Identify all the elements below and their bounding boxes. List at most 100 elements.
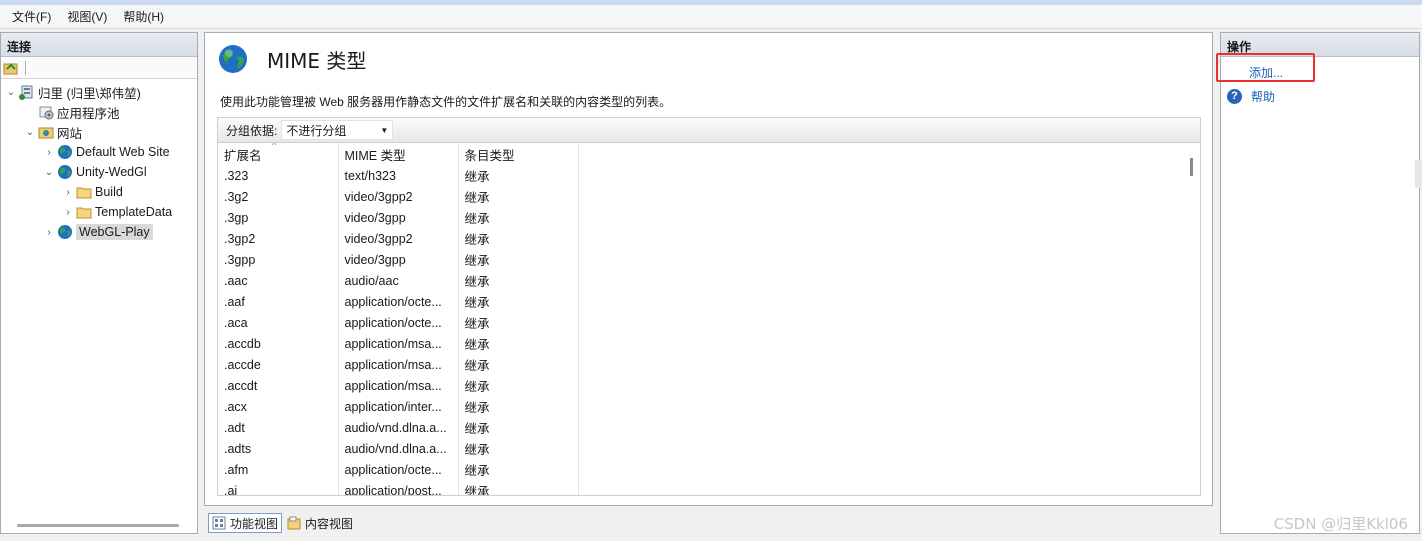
extension-cell: .adt: [218, 417, 339, 438]
entry-type-cell: 继承: [458, 291, 579, 312]
connect-icon[interactable]: [3, 60, 19, 76]
tree-node[interactable]: › Default Web Site: [1, 142, 197, 162]
mime-type-cell: text/h323: [338, 165, 459, 186]
tree-node[interactable]: › Build: [1, 182, 197, 202]
page-title: MIME 类型: [267, 48, 367, 73]
table-row[interactable]: .aca application/octe... 继承: [218, 312, 1184, 333]
row-filler: [578, 417, 1184, 438]
table-row[interactable]: .3gpp video/3gpp 继承: [218, 249, 1184, 270]
group-by-dropdown[interactable]: 不进行分组 ▼: [281, 120, 394, 140]
table-row[interactable]: .3gp video/3gpp 继承: [218, 207, 1184, 228]
vertical-scrollbar[interactable]: [1183, 143, 1200, 495]
tab-content-view[interactable]: 内容视图: [284, 513, 356, 533]
extension-cell: .adts: [218, 438, 339, 459]
red-highlight-box: [1216, 53, 1315, 82]
table-row[interactable]: .accde application/msa... 继承: [218, 354, 1184, 375]
table-row[interactable]: .ai application/post... 继承: [218, 480, 1184, 495]
row-filler: [578, 186, 1184, 207]
table-row[interactable]: .3gp2 video/3gpp2 继承: [218, 228, 1184, 249]
horizontal-scrollbar[interactable]: [17, 524, 179, 527]
collapse-arrow-icon[interactable]: ⌄: [43, 166, 55, 178]
menu-help[interactable]: 帮助(H): [115, 6, 172, 27]
tree-node[interactable]: › WebGL-Play: [1, 222, 197, 242]
tree-node[interactable]: ⌄ 网站: [1, 122, 197, 142]
collapse-arrow-icon[interactable]: ⌄: [5, 86, 17, 98]
extension-cell: .323: [218, 165, 339, 186]
table-row[interactable]: .accdb application/msa... 继承: [218, 333, 1184, 354]
sites-folder-icon: [38, 124, 54, 140]
sort-ascending-icon: ^: [272, 143, 277, 150]
mime-type-cell: application/inter...: [338, 396, 459, 417]
content-view-label: 内容视图: [305, 516, 354, 531]
group-by-value: 不进行分组: [286, 123, 347, 138]
row-filler: [578, 375, 1184, 396]
column-header-filler: [578, 143, 1184, 165]
tab-features-view[interactable]: 功能视图: [208, 513, 283, 533]
extension-cell: .aaf: [218, 291, 339, 312]
watermark: CSDN @归里Kkl06: [1273, 515, 1408, 533]
row-filler: [578, 249, 1184, 270]
table-row[interactable]: .aaf application/octe... 继承: [218, 291, 1184, 312]
tree-node[interactable]: ⌄ Unity-WedGl: [1, 162, 197, 182]
menu-bar: 文件(F) 视图(V) 帮助(H): [0, 5, 1422, 29]
expand-arrow-icon[interactable]: ›: [62, 186, 74, 198]
collapse-arrow-icon[interactable]: ⌄: [24, 126, 36, 138]
scrollbar-thumb[interactable]: [1190, 158, 1193, 176]
entry-type-cell: 继承: [458, 207, 579, 228]
connections-header: 连接: [1, 33, 197, 57]
table-row[interactable]: .aac audio/aac 继承: [218, 270, 1184, 291]
row-filler: [578, 459, 1184, 480]
mime-type-cell: audio/vnd.dlna.a...: [338, 438, 459, 459]
globe-icon: [57, 224, 73, 240]
expand-arrow-icon[interactable]: ›: [43, 146, 55, 158]
tree-node-label: Build: [95, 185, 123, 199]
help-icon: ?: [1227, 88, 1242, 104]
table-row[interactable]: .adts audio/vnd.dlna.a... 继承: [218, 438, 1184, 459]
column-header-entry-type[interactable]: 条目类型: [458, 143, 579, 165]
table-row[interactable]: .adt audio/vnd.dlna.a... 继承: [218, 417, 1184, 438]
table-row[interactable]: .accdt application/msa... 继承: [218, 375, 1184, 396]
tree-node[interactable]: ⌄ 归里 (归里\郑伟堃): [1, 82, 197, 102]
mime-type-cell: application/octe...: [338, 312, 459, 333]
menu-file[interactable]: 文件(F): [4, 6, 59, 27]
mime-types-page: MIME 类型 使用此功能管理被 Web 服务器用作静态文件的文件扩展名和关联的…: [204, 32, 1213, 506]
expand-arrow-icon[interactable]: ›: [62, 206, 74, 218]
features-view-label: 功能视图: [230, 516, 279, 531]
entry-type-cell: 继承: [458, 375, 579, 396]
row-filler: [578, 333, 1184, 354]
row-filler: [578, 270, 1184, 291]
entry-type-cell: 继承: [458, 228, 579, 249]
tree-node-label: 网站: [57, 126, 83, 141]
help-action-link[interactable]: ? 帮助: [1221, 85, 1419, 107]
table-row[interactable]: .acx application/inter... 继承: [218, 396, 1184, 417]
folder-icon: [76, 204, 92, 220]
tree-node-label: 应用程序池: [57, 106, 120, 121]
tree-node-label: 归里 (归里\郑伟堃): [38, 86, 141, 101]
tree-node-label: TemplateData: [95, 205, 173, 219]
column-header-extension[interactable]: ^ 扩展名: [218, 143, 339, 165]
column-header-mime-type[interactable]: MIME 类型: [338, 143, 459, 165]
entry-type-cell: 继承: [458, 480, 579, 495]
menu-view[interactable]: 视图(V): [59, 6, 115, 27]
features-view-icon: [212, 516, 226, 530]
mime-type-cell: video/3gpp2: [338, 186, 459, 207]
view-tabs: 功能视图 内容视图: [208, 512, 358, 534]
mime-types-table: ^ 扩展名 MIME 类型 条目类型 .323 text/h323 继承 .3g2 vid…: [217, 143, 1201, 496]
extension-cell: .3gpp: [218, 249, 339, 270]
tree-node[interactable]: › TemplateData: [1, 202, 197, 222]
help-action-label: 帮助: [1251, 89, 1276, 104]
mime-type-cell: application/msa...: [338, 354, 459, 375]
tree-node-label: WebGL-Play: [76, 224, 153, 240]
tree-node[interactable]: 应用程序池: [1, 102, 197, 122]
page-header: MIME 类型: [217, 43, 366, 75]
table-row[interactable]: .3g2 video/3gpp2 继承: [218, 186, 1184, 207]
table-row[interactable]: .323 text/h323 继承: [218, 165, 1184, 186]
row-filler: [578, 228, 1184, 249]
table-row[interactable]: .afm application/octe... 继承: [218, 459, 1184, 480]
expand-arrow-icon[interactable]: ›: [43, 226, 55, 238]
mime-type-cell: audio/aac: [338, 270, 459, 291]
mime-type-cell: video/3gpp2: [338, 228, 459, 249]
extension-cell: .acx: [218, 396, 339, 417]
extension-cell: .aac: [218, 270, 339, 291]
